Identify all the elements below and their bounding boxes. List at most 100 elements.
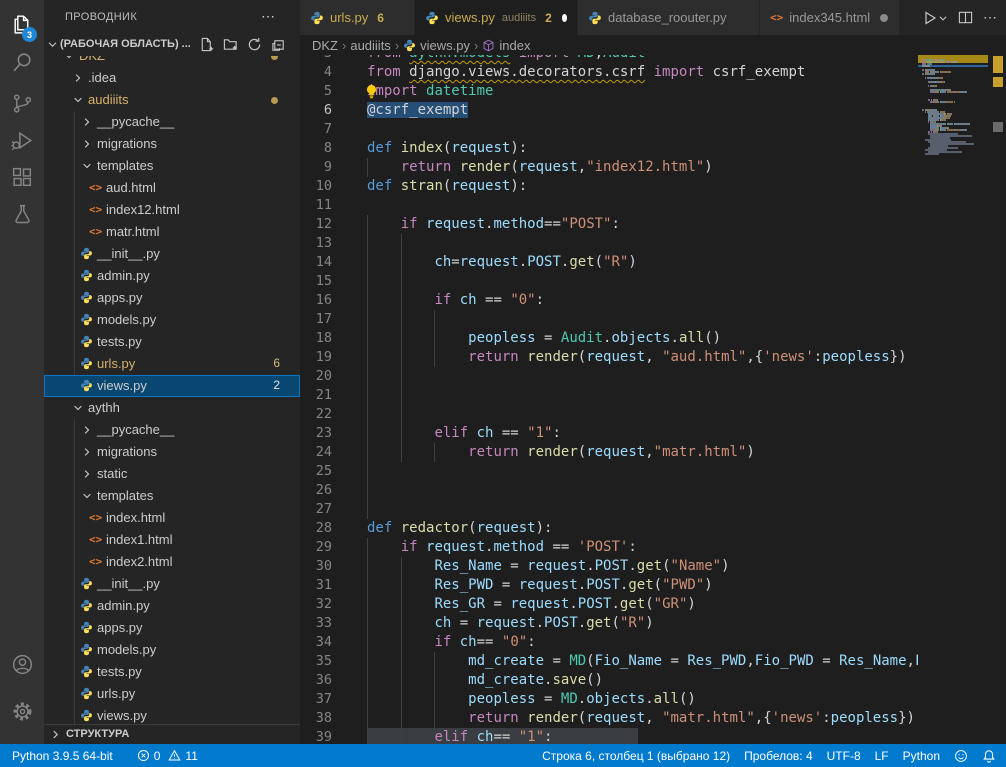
- tree-item-index2-html[interactable]: <>index2.html: [44, 551, 300, 573]
- tree-item-index12-html[interactable]: <>index12.html: [44, 199, 300, 221]
- code-line-11[interactable]: 11: [300, 196, 918, 215]
- minimap[interactable]: [918, 55, 990, 744]
- breadcrumb-item[interactable]: DKZ: [312, 38, 338, 53]
- code-line-25[interactable]: 25: [300, 462, 918, 481]
- code-line-13[interactable]: 13: [300, 234, 918, 253]
- code-line-27[interactable]: 27: [300, 500, 918, 519]
- tree-item--init-py[interactable]: __init__.py: [44, 243, 300, 265]
- code-line-37[interactable]: 37 peopless = MD.objects.all(): [300, 690, 918, 709]
- testing-icon[interactable]: [0, 195, 44, 233]
- code-line-35[interactable]: 35 md_create = MD(Fio_Name = Res_PWD,Fio…: [300, 652, 918, 671]
- code-line-12[interactable]: 12 if request.method=="POST":: [300, 215, 918, 234]
- code-line-10[interactable]: 10def stran(request):: [300, 177, 918, 196]
- code-line-5[interactable]: 5import datetime: [300, 82, 918, 101]
- code-line-36[interactable]: 36 md_create.save(): [300, 671, 918, 690]
- tree-item-urls-py[interactable]: urls.py6: [44, 353, 300, 375]
- code-line-14[interactable]: 14 ch=request.POST.get("R"): [300, 253, 918, 272]
- tree-item--idea[interactable]: .idea: [44, 67, 300, 89]
- tree-item-views-py[interactable]: views.py2: [44, 375, 300, 397]
- modified-dot-icon[interactable]: [880, 14, 888, 22]
- code-line-24[interactable]: 24 return render(request,"matr.html"): [300, 443, 918, 462]
- tree-item-aythh[interactable]: aythh: [44, 397, 300, 419]
- notifications-bell-icon[interactable]: [975, 744, 1006, 767]
- code-line-21[interactable]: 21: [300, 386, 918, 405]
- breadcrumb-item[interactable]: index: [499, 38, 530, 53]
- breadcrumb-item[interactable]: views.py: [420, 38, 470, 53]
- code-line-38[interactable]: 38 return render(request, "matr.html",{'…: [300, 709, 918, 728]
- tree-item-index-html[interactable]: <>index.html: [44, 507, 300, 529]
- tree-item-views-py[interactable]: views.py: [44, 705, 300, 724]
- code-line-28[interactable]: 28def redactor(request):: [300, 519, 918, 538]
- code-line-33[interactable]: 33 ch = request.POST.get("R"): [300, 614, 918, 633]
- code-line-7[interactable]: 7: [300, 120, 918, 139]
- code-line-3[interactable]: 3from aythh.models import MD,Audit: [300, 55, 918, 63]
- code-line-18[interactable]: 18 peopless = Audit.objects.all(): [300, 329, 918, 348]
- code-line-31[interactable]: 31 Res_PWD = request.POST.get("PWD"): [300, 576, 918, 595]
- new-file-icon[interactable]: [199, 37, 214, 52]
- code-line-19[interactable]: 19 return render(request, "aud.html",{'n…: [300, 348, 918, 367]
- more-actions-icon[interactable]: ⋯: [983, 9, 998, 26]
- outline-section-header[interactable]: СТРУКТУРА: [44, 724, 300, 745]
- code-line-20[interactable]: 20: [300, 367, 918, 386]
- tree-item-apps-py[interactable]: apps.py: [44, 617, 300, 639]
- tree-item-DKZ[interactable]: DKZ: [44, 56, 300, 67]
- collapse-all-icon[interactable]: [271, 37, 286, 52]
- tree-item-apps-py[interactable]: apps.py: [44, 287, 300, 309]
- tree-item-audiiits[interactable]: audiiits: [44, 89, 300, 111]
- tree-item-migrations[interactable]: migrations: [44, 441, 300, 463]
- refresh-icon[interactable]: [247, 37, 262, 52]
- tree-item-tests-py[interactable]: tests.py: [44, 331, 300, 353]
- tree-item-admin-py[interactable]: admin.py: [44, 265, 300, 287]
- lightbulb-icon[interactable]: [364, 84, 379, 99]
- python-version-item[interactable]: Python 3.9.5 64-bit: [5, 744, 120, 767]
- code-line-39[interactable]: 39 elif ch== "1":: [300, 728, 918, 744]
- code-line-8[interactable]: 8def index(request):: [300, 139, 918, 158]
- code-line-30[interactable]: 30 Res_Name = request.POST.get("Name"): [300, 557, 918, 576]
- run-debug-icon[interactable]: [0, 121, 44, 159]
- tab-index345-html[interactable]: <> index345.html: [760, 0, 900, 35]
- tab-database-roouter-py[interactable]: database_roouter.py: [578, 0, 760, 35]
- tree-item--init-py[interactable]: __init__.py: [44, 573, 300, 595]
- modified-dot-icon[interactable]: [562, 14, 567, 22]
- account-icon[interactable]: [0, 645, 44, 683]
- problems-item[interactable]: 0 11: [130, 744, 205, 767]
- tree-item-tests-py[interactable]: tests.py: [44, 661, 300, 683]
- extensions-icon[interactable]: [0, 158, 44, 196]
- code-line-9[interactable]: 9 return render(request,"index12.html"): [300, 158, 918, 177]
- encoding-item[interactable]: UTF-8: [820, 744, 868, 767]
- settings-gear-icon[interactable]: [0, 692, 44, 730]
- tree-item-templates[interactable]: templates: [44, 155, 300, 177]
- tree-item-admin-py[interactable]: admin.py: [44, 595, 300, 617]
- code-line-6[interactable]: 6@csrf_exempt: [300, 101, 918, 120]
- breadcrumb-item[interactable]: audiiits: [350, 38, 390, 53]
- tree-item-urls-py[interactable]: urls.py: [44, 683, 300, 705]
- workspace-section-header[interactable]: (РАБОЧАЯ ОБЛАСТЬ) ...: [44, 34, 300, 56]
- explorer-icon[interactable]: 3: [0, 5, 44, 43]
- tree-item-aud-html[interactable]: <>aud.html: [44, 177, 300, 199]
- tree-item-index1-html[interactable]: <>index1.html: [44, 529, 300, 551]
- cursor-position-item[interactable]: Строка 6, столбец 1 (выбрано 12): [535, 744, 737, 767]
- code-editor[interactable]: 3from aythh.models import MD,Audit4from …: [300, 55, 918, 744]
- tree-item-models-py[interactable]: models.py: [44, 309, 300, 331]
- tree-item-models-py[interactable]: models.py: [44, 639, 300, 661]
- source-control-icon[interactable]: [0, 84, 44, 122]
- code-line-26[interactable]: 26: [300, 481, 918, 500]
- eol-item[interactable]: LF: [868, 744, 896, 767]
- code-line-4[interactable]: 4from django.views.decorators.csrf impor…: [300, 63, 918, 82]
- code-line-15[interactable]: 15: [300, 272, 918, 291]
- language-mode-item[interactable]: Python: [896, 744, 947, 767]
- code-line-17[interactable]: 17: [300, 310, 918, 329]
- tree-item--pycache-[interactable]: __pycache__: [44, 419, 300, 441]
- code-line-29[interactable]: 29 if request.method == 'POST':: [300, 538, 918, 557]
- new-folder-icon[interactable]: [223, 37, 238, 52]
- code-line-16[interactable]: 16 if ch == "0":: [300, 291, 918, 310]
- tree-item--pycache-[interactable]: __pycache__: [44, 111, 300, 133]
- tab-views-py[interactable]: views.py audiiits 2: [415, 0, 578, 35]
- feedback-smiley-icon[interactable]: [947, 744, 975, 767]
- indentation-item[interactable]: Пробелов: 4: [737, 744, 820, 767]
- tree-item-migrations[interactable]: migrations: [44, 133, 300, 155]
- split-editor-icon[interactable]: [958, 10, 973, 25]
- tree-item-templates[interactable]: templates: [44, 485, 300, 507]
- code-line-22[interactable]: 22: [300, 405, 918, 424]
- sidebar-more-actions-icon[interactable]: ⋯: [261, 8, 276, 25]
